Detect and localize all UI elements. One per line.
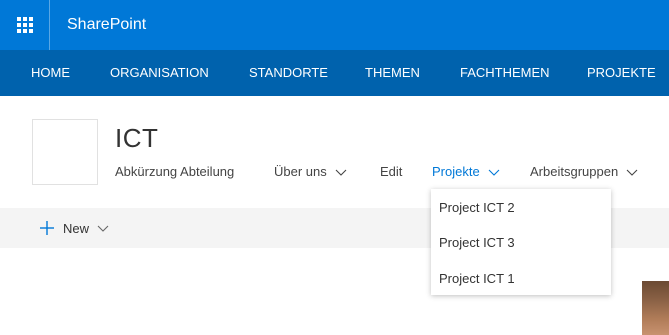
sitenav-item-ueber-uns[interactable]: Über uns <box>274 164 347 179</box>
projekte-dropdown-menu: Project ICT 2 Project ICT 3 Project ICT … <box>431 189 611 295</box>
sitenav-item-label: Über uns <box>274 164 327 179</box>
site-title[interactable]: ICT <box>115 123 158 154</box>
sitenav-item-edit[interactable]: Edit <box>380 164 402 179</box>
chevron-down-icon <box>488 166 500 178</box>
app-name[interactable]: SharePoint <box>67 16 146 34</box>
topnav-item-home[interactable]: HOME <box>31 50 70 96</box>
chevron-down-icon <box>97 222 109 234</box>
sitenav-item-arbeitsgruppen[interactable]: Arbeitsgruppen <box>530 164 638 179</box>
chevron-down-icon <box>335 166 347 178</box>
sitenav-item-label: Abkürzung Abteilung <box>115 164 235 179</box>
site-logo[interactable] <box>32 119 98 185</box>
new-button[interactable]: New <box>40 208 109 248</box>
topnav-item-themen[interactable]: THEMEN <box>365 50 420 96</box>
chevron-down-icon <box>626 166 638 178</box>
dropdown-item-project-ict-2[interactable]: Project ICT 2 <box>439 200 515 215</box>
topnav-item-fachthemen[interactable]: FACHTHEMEN <box>460 50 550 96</box>
sitenav-item-label: Projekte <box>432 164 480 179</box>
topnav-item-standorte[interactable]: STANDORTE <box>249 50 328 96</box>
plus-icon <box>40 221 54 235</box>
dropdown-item-project-ict-3[interactable]: Project ICT 3 <box>439 235 515 250</box>
suite-bar: SharePoint <box>0 0 669 50</box>
waffle-icon <box>16 17 33 33</box>
sitenav-item-projekte[interactable]: Projekte <box>432 164 500 179</box>
sitenav-item-label: Arbeitsgruppen <box>530 164 619 179</box>
app-launcher-button[interactable] <box>0 0 50 50</box>
content-image <box>642 281 669 335</box>
topnav-item-projekte[interactable]: PROJEKTE <box>587 50 656 96</box>
new-button-label: New <box>63 220 90 236</box>
sitenav-item-abkuerzung[interactable]: Abkürzung Abteilung <box>115 164 234 179</box>
topnav-item-organisation[interactable]: ORGANISATION <box>110 50 209 96</box>
top-navigation: HOME ORGANISATION STANDORTE THEMEN FACHT… <box>0 50 669 96</box>
dropdown-item-project-ict-1[interactable]: Project ICT 1 <box>439 271 515 286</box>
sitenav-item-label: Edit <box>380 164 403 179</box>
